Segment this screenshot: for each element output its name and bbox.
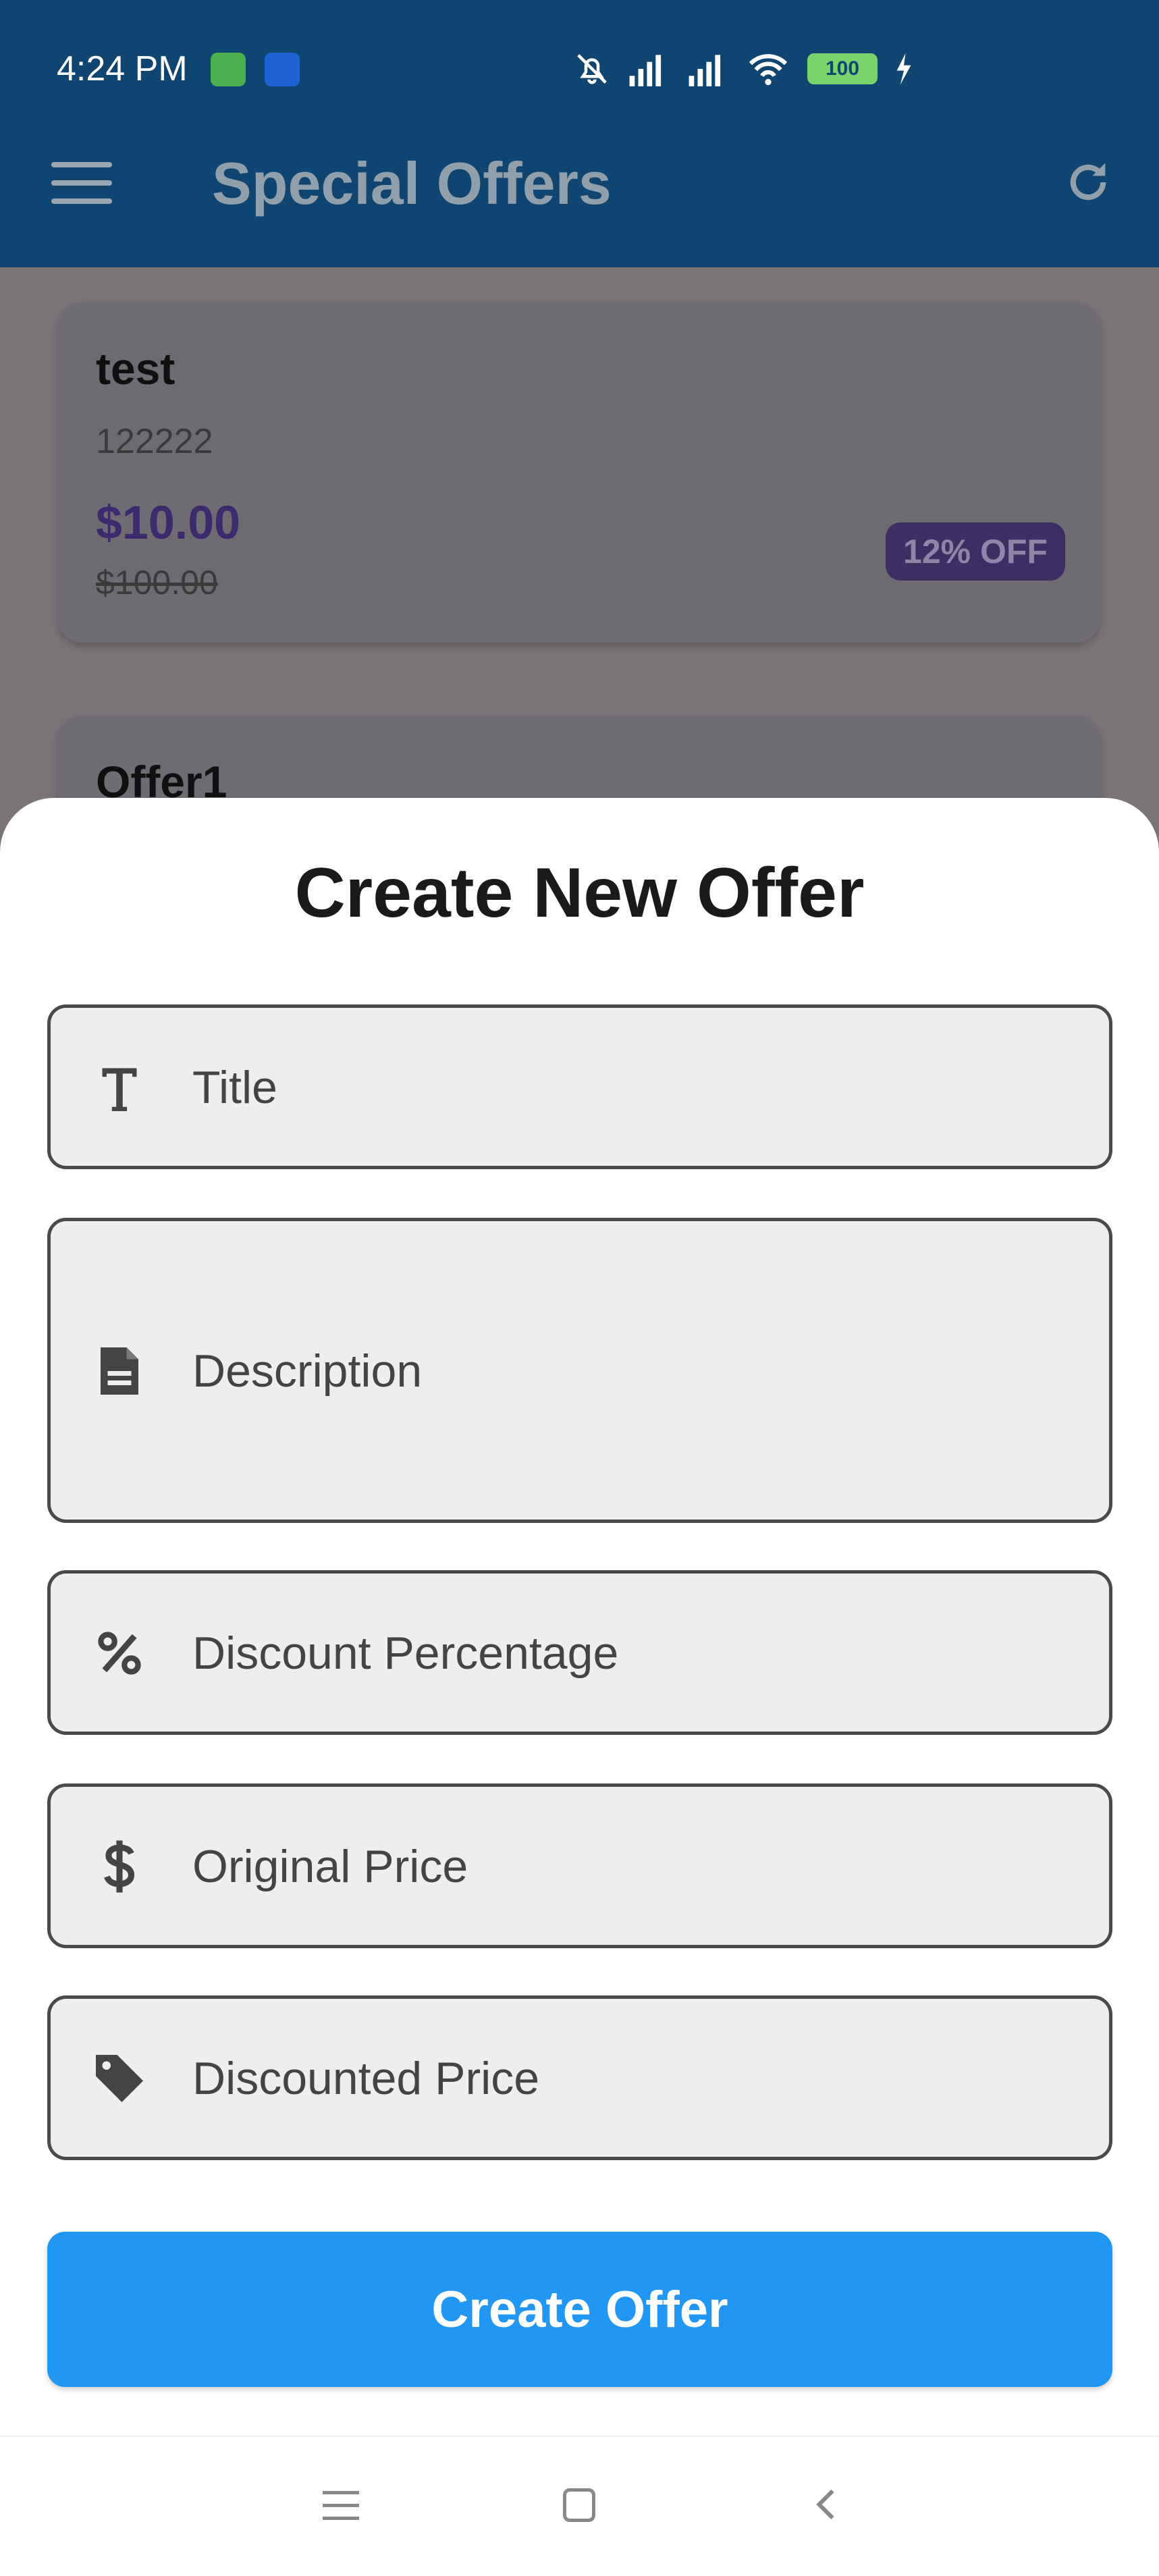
- offer-price: $10.00: [96, 496, 241, 549]
- description-input[interactable]: Description: [47, 1218, 1112, 1523]
- status-indicators: 100: [574, 47, 913, 90]
- offer-description: 122222: [96, 422, 213, 461]
- recent-apps-icon[interactable]: [323, 2491, 359, 2521]
- signal-icon-2: [689, 55, 721, 86]
- tag-icon: [91, 2050, 148, 2107]
- wifi-icon: [749, 54, 788, 86]
- discounted-price-input[interactable]: Discounted Price: [47, 1995, 1112, 2160]
- offer-original-price: $100.00: [96, 564, 218, 601]
- percent-icon: [91, 1625, 148, 1682]
- call-notification-icon: [265, 53, 300, 86]
- page-title: Special Offers: [212, 150, 612, 217]
- document-icon: [91, 1343, 148, 1399]
- refresh-icon[interactable]: [1062, 157, 1114, 208]
- title-placeholder: Title: [192, 1062, 277, 1113]
- app-notification-icon: [211, 53, 246, 86]
- discounted-price-placeholder: Discounted Price: [192, 2053, 540, 2104]
- create-offer-button[interactable]: Create Offer: [47, 2232, 1112, 2387]
- discount-percentage-input[interactable]: Discount Percentage: [47, 1570, 1112, 1735]
- description-placeholder: Description: [192, 1345, 423, 1397]
- signal-icon: [629, 55, 662, 86]
- back-icon[interactable]: [807, 2484, 848, 2525]
- discount-badge: 12% OFF: [886, 522, 1065, 581]
- charging-icon: [896, 53, 911, 85]
- offer-card[interactable]: test 122222 $10.00 $100.00 12% OFF: [58, 302, 1100, 643]
- home-icon[interactable]: [563, 2488, 595, 2522]
- status-bar: 4:24 PM 100: [0, 0, 1159, 135]
- offer-title: test: [96, 344, 176, 394]
- dollar-icon: [91, 1838, 148, 1895]
- original-price-placeholder: Original Price: [192, 1841, 468, 1892]
- bell-muted-icon: [577, 54, 607, 84]
- battery-icon: 100: [807, 53, 878, 84]
- menu-icon[interactable]: [51, 162, 112, 204]
- sheet-title: Create New Offer: [294, 854, 865, 932]
- discount-percentage-placeholder: Discount Percentage: [192, 1628, 619, 1679]
- status-time: 4:24 PM: [57, 49, 188, 88]
- text-title-icon: [91, 1059, 148, 1116]
- title-input[interactable]: Title: [47, 1004, 1112, 1169]
- original-price-input[interactable]: Original Price: [47, 1783, 1112, 1948]
